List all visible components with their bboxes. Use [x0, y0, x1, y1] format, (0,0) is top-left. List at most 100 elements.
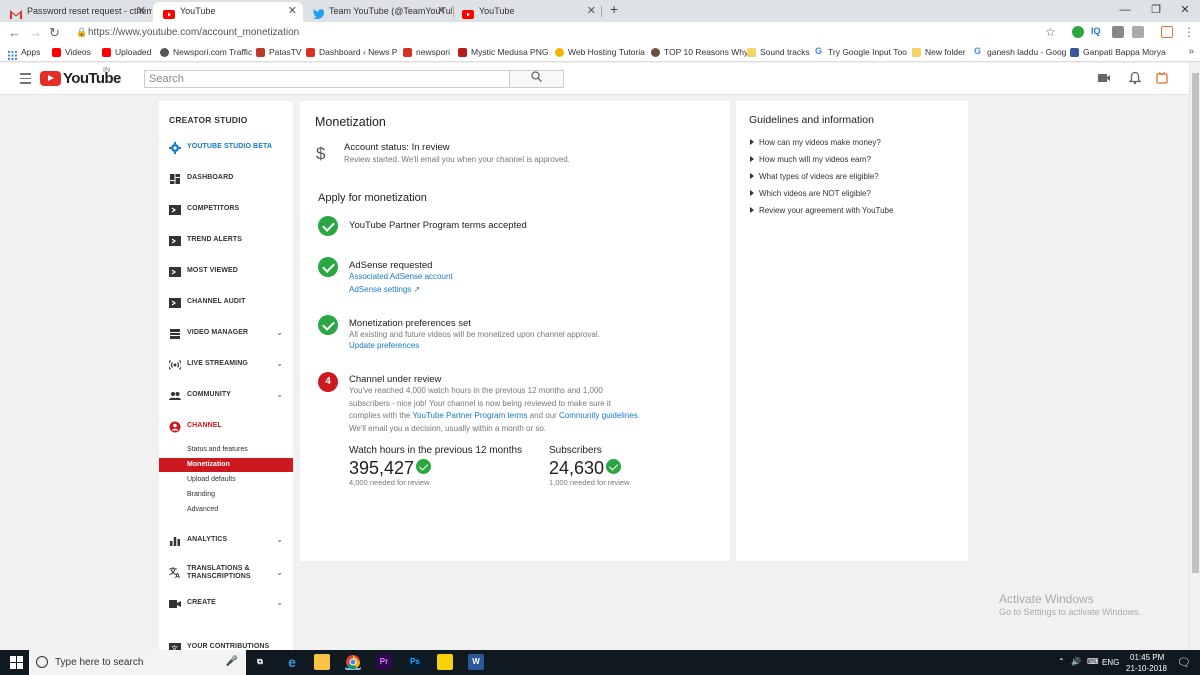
bookmark-google-input[interactable]: G Try Google Input Too: [815, 43, 907, 61]
close-tab-icon[interactable]: ✕: [437, 2, 446, 21]
faq-item[interactable]: Which videos are NOT eligible?: [750, 189, 871, 198]
taskbar-date[interactable]: 21-10-2018: [1126, 664, 1167, 673]
edge-icon[interactable]: e: [284, 654, 300, 670]
sticky-notes-icon[interactable]: [437, 654, 453, 670]
chevron-down-icon[interactable]: ⌄: [276, 390, 283, 399]
language-indicator[interactable]: ENG: [1102, 658, 1119, 667]
browser-tab-gmail[interactable]: Password reset request - cthem ✕: [0, 2, 152, 22]
extension-icon[interactable]: [1112, 26, 1124, 38]
browser-tab-youtube[interactable]: YouTube ✕: [452, 2, 602, 22]
taskbar-search-box[interactable]: Type here to search 🎤: [29, 650, 246, 675]
hamburger-menu-icon[interactable]: [20, 73, 31, 84]
bookmark-patastv[interactable]: PatasTV: [256, 43, 302, 61]
word-icon[interactable]: W: [468, 654, 484, 670]
bookmark-new-folder[interactable]: New folder: [912, 43, 966, 61]
bookmarks-overflow-icon[interactable]: »: [1188, 43, 1194, 61]
microphone-icon[interactable]: 🎤: [226, 656, 238, 667]
browser-tab-twitter[interactable]: Team YouTube (@TeamYouTube) ✕: [302, 2, 452, 22]
chevron-down-icon[interactable]: ⌄: [276, 598, 283, 607]
close-window-icon[interactable]: ✕: [1170, 0, 1200, 20]
minimize-icon[interactable]: —: [1110, 0, 1140, 20]
upload-video-icon[interactable]: [1097, 71, 1111, 85]
community-guidelines-link[interactable]: Community guidelines: [559, 411, 638, 420]
bookmark-ganesh-laddu[interactable]: Gganesh laddu - Goog: [974, 43, 1066, 61]
address-bar[interactable]: 🔒 https://www.youtube.com/account_moneti…: [76, 23, 1066, 42]
menu-kebab-icon[interactable]: ⋮: [1183, 24, 1195, 41]
back-icon[interactable]: ←: [8, 24, 21, 41]
premiere-pro-icon[interactable]: Pr: [376, 654, 392, 670]
faq-item[interactable]: How much will my videos earn?: [750, 155, 871, 164]
update-preferences-link[interactable]: Update preferences: [349, 341, 419, 350]
sidebar-item-channel[interactable]: CHANNEL: [159, 417, 293, 439]
bookmark-newspori-traffic[interactable]: Newspori.com Traffic: [160, 43, 252, 61]
chevron-down-icon[interactable]: ⌄: [276, 535, 283, 544]
bookmark-uploaded[interactable]: Uploaded: [102, 43, 151, 61]
new-tab-button[interactable]: +: [610, 1, 618, 17]
bookmark-ganpati[interactable]: Ganpati Bappa Morya: [1070, 43, 1166, 61]
notifications-bell-icon[interactable]: [1128, 71, 1142, 85]
sidebar-item-dashboard[interactable]: DASHBOARD: [159, 169, 293, 191]
channel-sub-branding[interactable]: Branding: [159, 488, 293, 502]
faq-item[interactable]: How can my videos make money?: [750, 138, 881, 147]
forward-icon[interactable]: →: [29, 24, 42, 41]
bookmark-star-icon[interactable]: ☆: [1045, 24, 1056, 41]
taskbar-time[interactable]: 01:45 PM: [1130, 653, 1164, 662]
account-avatar-icon[interactable]: [1155, 71, 1169, 85]
chevron-down-icon[interactable]: ⌄: [276, 359, 283, 368]
channel-sub-upload-defaults[interactable]: Upload defaults: [159, 473, 293, 487]
channel-sub-monetization[interactable]: Monetization: [159, 458, 293, 472]
ypp-terms-link[interactable]: YouTube Partner Program terms: [412, 411, 527, 420]
action-center-icon[interactable]: 🗨: [1177, 656, 1191, 669]
bookmark-newspori[interactable]: newspori: [403, 43, 450, 61]
sidebar-item-trend-alerts[interactable]: TREND ALERTS: [159, 231, 293, 253]
sidebar-item-live-streaming[interactable]: LIVE STREAMING ⌄: [159, 355, 293, 377]
channel-sub-advanced[interactable]: Advanced: [159, 503, 293, 517]
close-tab-icon[interactable]: ✕: [137, 2, 146, 21]
chevron-down-icon[interactable]: ⌄: [276, 568, 283, 577]
associated-adsense-link[interactable]: Associated AdSense account: [349, 272, 453, 281]
faq-item[interactable]: Review your agreement with YouTube: [750, 206, 893, 215]
extension-icon[interactable]: [1161, 26, 1173, 38]
restore-icon[interactable]: ❐: [1141, 0, 1171, 20]
browser-tab-youtube-active[interactable]: YouTube ✕: [153, 2, 303, 22]
tray-overflow-icon[interactable]: ⌃: [1058, 657, 1065, 666]
faq-item[interactable]: What types of videos are eligible?: [750, 172, 879, 181]
bookmark-videos[interactable]: Videos: [52, 43, 91, 61]
file-explorer-icon[interactable]: [314, 654, 330, 670]
sidebar-item-competitors[interactable]: COMPETITORS: [159, 200, 293, 222]
chrome-icon[interactable]: [345, 654, 361, 670]
sidebar-item-most-viewed[interactable]: MOST VIEWED: [159, 262, 293, 284]
sidebar-item-video-manager[interactable]: VIDEO MANAGER ⌄: [159, 324, 293, 346]
extension-icon[interactable]: [1132, 26, 1144, 38]
close-tab-icon[interactable]: ✕: [587, 2, 596, 21]
page-scrollbar[interactable]: [1189, 63, 1200, 650]
sidebar-item-translations[interactable]: 文A TRANSLATIONS & TRANSCRIPTIONS ⌄: [159, 562, 293, 588]
tab-separator: [601, 6, 602, 17]
sidebar-item-youtube-studio-beta[interactable]: YOUTUBE STUDIO BETA: [159, 138, 293, 160]
task-view-icon[interactable]: ⧉: [252, 654, 268, 670]
reload-icon[interactable]: ↻: [49, 24, 60, 41]
search-input[interactable]: Search: [144, 70, 510, 88]
sidebar-item-channel-audit[interactable]: CHANNEL AUDIT: [159, 293, 293, 315]
windows-start-icon[interactable]: [10, 656, 23, 669]
scrollbar-thumb[interactable]: [1192, 73, 1199, 573]
bookmark-web-hosting[interactable]: Web Hosting Tutoria: [555, 43, 645, 61]
sidebar-item-analytics[interactable]: ANALYTICS ⌄: [159, 531, 293, 553]
channel-sub-status-and-features[interactable]: Status and features: [159, 443, 293, 457]
search-button[interactable]: [509, 70, 564, 88]
chevron-down-icon[interactable]: ⌄: [276, 328, 283, 337]
iq-extension-icon[interactable]: IQ: [1091, 26, 1101, 36]
adsense-settings-link[interactable]: AdSense settings ↗: [349, 285, 420, 294]
photoshop-icon[interactable]: Ps: [407, 654, 423, 670]
close-tab-icon[interactable]: ✕: [288, 2, 297, 21]
bookmark-sound-tracks[interactable]: Sound tracks: [747, 43, 810, 61]
sidebar-item-community[interactable]: COMMUNITY ⌄: [159, 386, 293, 408]
bookmark-mystic-medusa[interactable]: Mystic Medusa PNG: [458, 43, 548, 61]
keyboard-icon[interactable]: ⌨: [1087, 657, 1099, 666]
sidebar-item-create[interactable]: CREATE ⌄: [159, 594, 293, 616]
bookmark-apps[interactable]: Apps: [8, 43, 40, 61]
volume-icon[interactable]: 🔊: [1071, 657, 1081, 666]
bookmark-dashboard[interactable]: Dashboard ‹ News P: [306, 43, 397, 61]
bookmark-top-10[interactable]: TOP 10 Reasons Why: [651, 43, 748, 61]
grammarly-extension-icon[interactable]: [1072, 26, 1084, 38]
